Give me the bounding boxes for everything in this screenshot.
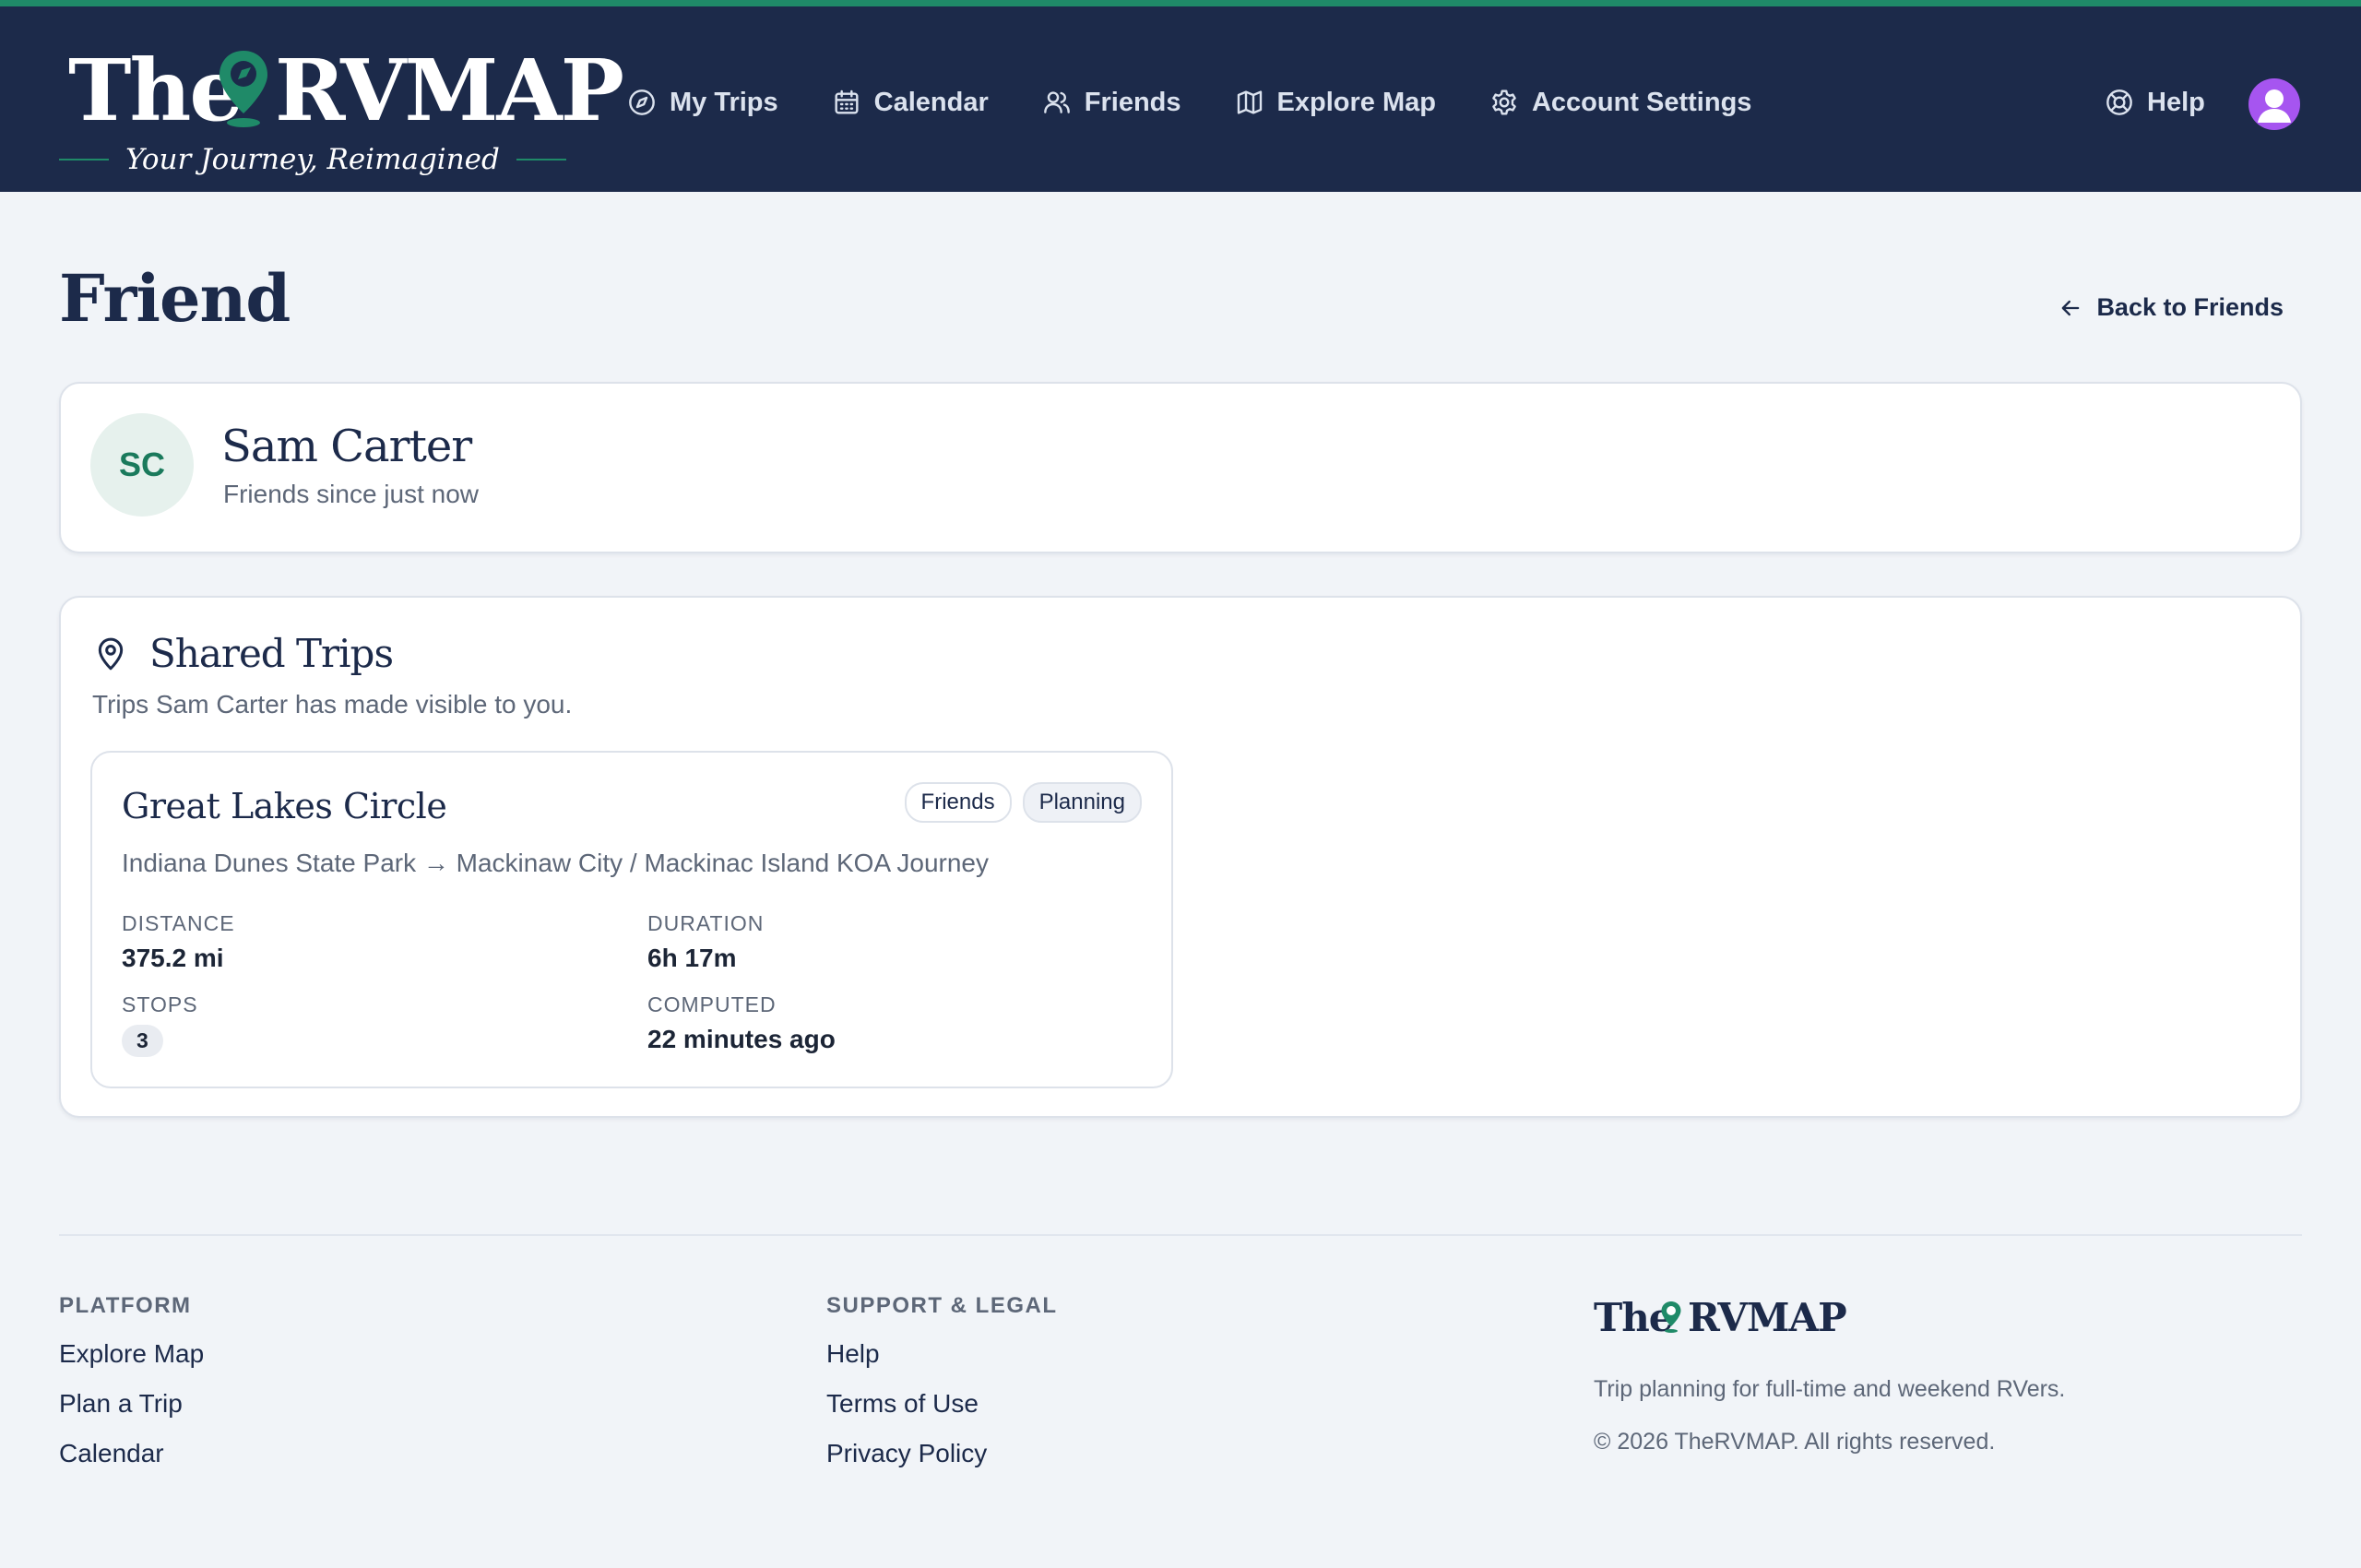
status-badge: Planning: [1022, 782, 1142, 823]
visibility-badge: Friends: [904, 782, 1012, 823]
logo-tagline: Your Journey, Reimagined: [125, 143, 500, 176]
footer-copyright: © 2026 TheRVMAP. All rights reserved.: [1594, 1429, 1996, 1455]
logo-tagline-row: Your Journey, Reimagined: [59, 141, 566, 178]
arrow-left-icon: [2062, 300, 2080, 315]
nav-account-settings[interactable]: Account Settings: [1489, 88, 1751, 118]
footer-platform-heading: PLATFORM: [59, 1293, 192, 1318]
computed-value: 22 minutes ago: [647, 1025, 836, 1053]
footer-map-pin-logo-icon: [1661, 1301, 1681, 1333]
shared-trips-header: Shared Trips: [92, 631, 394, 676]
nav-friends-label: Friends: [1084, 87, 1181, 117]
back-to-friends-link[interactable]: Back to Friends: [2058, 293, 2284, 322]
back-to-friends-label: Back to Friends: [2096, 293, 2284, 321]
footer-platform-column: PLATFORM Explore Map Plan a Trip Calenda…: [59, 1293, 204, 1489]
shared-trips-subtitle: Trips Sam Carter has made visible to you…: [92, 690, 573, 719]
duration-label: DURATION: [647, 911, 765, 935]
compass-icon: [629, 89, 655, 115]
map-pin-icon: [98, 637, 124, 670]
trip-route: Indiana Dunes State Park → Mackinaw City…: [122, 849, 989, 877]
footer-support-heading: SUPPORT & LEGAL: [826, 1293, 1058, 1318]
shared-trips-card: Shared Trips Trips Sam Carter has made v…: [59, 596, 2302, 1118]
duration-value: 6h 17m: [647, 944, 737, 972]
stops-label: STOPS: [122, 992, 198, 1016]
site-logo[interactable]: The RVMAP Your Journey, Reimagined: [59, 40, 624, 178]
user-avatar-button[interactable]: [2248, 78, 2300, 130]
trip-title: Great Lakes Circle: [122, 786, 447, 826]
footer-logo-rvmap: RVMAP: [1688, 1295, 1847, 1340]
nav-my-trips[interactable]: My Trips: [627, 88, 778, 118]
footer-brand: The RVMAP Trip planning for full-time an…: [1594, 1295, 2147, 1455]
lifebuoy-icon: [2106, 89, 2132, 115]
trip-stat-stops: STOPS 3: [122, 992, 198, 1057]
footer-tagline: Trip planning for full-time and weekend …: [1594, 1376, 2066, 1402]
shared-trips-title: Shared Trips: [149, 631, 394, 676]
nav-calendar[interactable]: Calendar: [832, 88, 989, 118]
map-icon: [1237, 90, 1262, 114]
footer-link-terms[interactable]: Terms of Use: [826, 1389, 1058, 1419]
help-link[interactable]: Help: [2105, 73, 2205, 132]
distance-value: 375.2 mi: [122, 944, 224, 972]
users-icon: [1043, 91, 1070, 113]
friend-initials-avatar: SC: [90, 413, 194, 517]
main-nav: My Trips Calendar Friends Explore Map Ac…: [627, 73, 1805, 132]
footer-link-privacy[interactable]: Privacy Policy: [826, 1439, 1058, 1468]
page-title: Friend: [59, 260, 291, 337]
trip-badges: Friends Planning: [904, 782, 1142, 823]
trip-card[interactable]: Great Lakes Circle Friends Planning Indi…: [90, 751, 1173, 1088]
distance-label: DISTANCE: [122, 911, 235, 935]
map-pin-logo-icon: [219, 51, 267, 127]
logo-word-rvmap: RVMAP: [275, 41, 624, 140]
help-label: Help: [2147, 87, 2205, 117]
footer-link-plan-a-trip[interactable]: Plan a Trip: [59, 1389, 204, 1419]
nav-explore-map[interactable]: Explore Map: [1235, 88, 1436, 118]
footer-divider: [59, 1234, 2302, 1236]
friend-since-text: Friends since just now: [223, 480, 480, 508]
friend-name: Sam Carter: [221, 421, 472, 472]
footer-link-explore-map[interactable]: Explore Map: [59, 1339, 204, 1369]
trip-stat-duration: DURATION 6h 17m: [647, 911, 764, 973]
footer-link-help[interactable]: Help: [826, 1339, 1058, 1369]
computed-label: COMPUTED: [647, 992, 777, 1016]
tagline-divider-right: [516, 159, 566, 160]
nav-account-settings-label: Account Settings: [1531, 87, 1752, 117]
gear-icon: [1492, 89, 1516, 115]
footer-support-column: SUPPORT & LEGAL Help Terms of Use Privac…: [826, 1293, 1058, 1489]
calendar-icon: [835, 89, 859, 114]
nav-friends[interactable]: Friends: [1042, 88, 1181, 118]
nav-explore-map-label: Explore Map: [1276, 87, 1436, 117]
trip-stat-computed: COMPUTED 22 minutes ago: [647, 992, 836, 1054]
user-avatar-icon: [2258, 89, 2291, 123]
stops-count-badge: 3: [122, 1025, 163, 1057]
top-navigation-bar: The RVMAP Your Journey, Reimagined My Tr…: [0, 0, 2361, 192]
footer-logo[interactable]: The RVMAP: [1594, 1295, 2147, 1347]
trip-stat-distance: DISTANCE 375.2 mi: [122, 911, 235, 973]
nav-calendar-label: Calendar: [873, 87, 989, 117]
tagline-divider-left: [59, 159, 110, 160]
nav-my-trips-label: My Trips: [670, 87, 778, 117]
friend-profile-card: SC Sam Carter Friends since just now: [59, 382, 2302, 553]
footer-link-calendar[interactable]: Calendar: [59, 1439, 204, 1468]
